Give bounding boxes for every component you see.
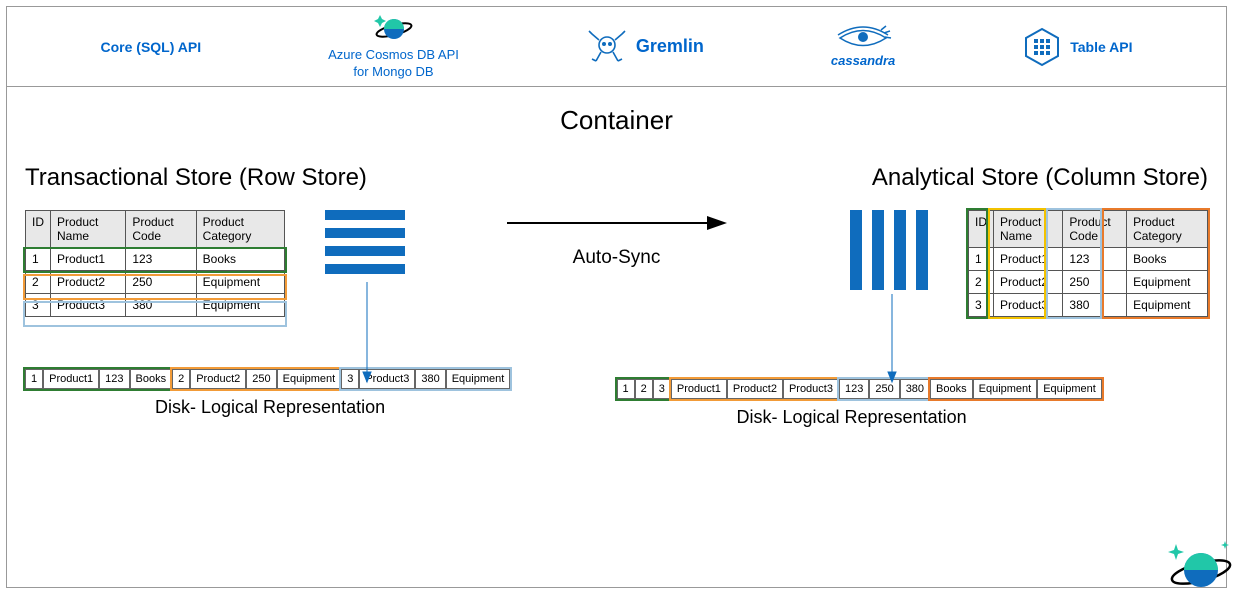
hdr-id: ID: [969, 211, 994, 248]
c: Product3: [994, 294, 1063, 317]
hdr-name: Product Name: [51, 211, 126, 248]
api-core: Core (SQL) API: [101, 39, 202, 55]
api-mongo: Azure Cosmos DB API for Mongo DB: [328, 15, 459, 79]
api-cassandra: cassandra: [831, 25, 895, 68]
d: 380: [900, 379, 930, 399]
d: 3: [653, 379, 671, 399]
planet-icon: [372, 15, 416, 45]
api-table-label: Table API: [1070, 39, 1132, 55]
cassandra-icon: [836, 25, 890, 51]
columns: Transactional Store (Row Store) ID Produ…: [7, 136, 1226, 428]
api-mongo-label-2: for Mongo DB: [353, 64, 433, 79]
d: Books: [130, 369, 173, 389]
left-pane: Transactional Store (Row Store) ID Produ…: [25, 164, 617, 428]
api-table: Table API: [1022, 27, 1132, 67]
c: 1: [26, 248, 51, 271]
c: Equipment: [196, 294, 284, 317]
api-bar: Core (SQL) API Azure Cosmos DB API for M…: [7, 7, 1226, 87]
d: Product3: [783, 379, 839, 399]
d: 123: [839, 379, 869, 399]
d: 250: [246, 369, 276, 389]
d: 380: [415, 369, 445, 389]
c: Books: [196, 248, 284, 271]
api-mongo-label-1: Azure Cosmos DB API: [328, 47, 459, 62]
c: 380: [1063, 294, 1127, 317]
d: 1: [617, 379, 635, 399]
diagram-frame: Core (SQL) API Azure Cosmos DB API for M…: [6, 6, 1227, 588]
auto-sync-arrow: Auto-Sync: [507, 208, 727, 269]
c: 2: [26, 271, 51, 294]
thin-arrow-right: [882, 294, 902, 394]
api-cassandra-label: cassandra: [831, 53, 895, 68]
c: Equipment: [196, 271, 284, 294]
c: 3: [26, 294, 51, 317]
d: Product1: [671, 379, 727, 399]
col-store-table: ID Product Name Product Code Product Cat…: [968, 210, 1208, 317]
d: Product2: [727, 379, 783, 399]
gremlin-icon: [586, 29, 628, 65]
c: Product3: [51, 294, 126, 317]
c: 380: [126, 294, 196, 317]
d: 1: [25, 369, 43, 389]
d: Equipment: [277, 369, 342, 389]
c: Books: [1127, 248, 1208, 271]
c: Product1: [994, 248, 1063, 271]
c: Product2: [994, 271, 1063, 294]
api-core-label: Core (SQL) API: [101, 39, 202, 55]
hdr-code: Product Code: [1063, 211, 1127, 248]
c: Equipment: [1127, 294, 1208, 317]
c: 250: [1063, 271, 1127, 294]
c: 250: [126, 271, 196, 294]
d: Product1: [43, 369, 99, 389]
c: 2: [969, 271, 994, 294]
col-bars-icon: [850, 210, 928, 290]
hdr-id: ID: [26, 211, 51, 248]
c: 3: [969, 294, 994, 317]
hdr-cat: Product Category: [1127, 211, 1208, 248]
api-gremlin: Gremlin: [586, 29, 704, 65]
d: Equipment: [1037, 379, 1102, 399]
right-title: Analytical Store (Column Store): [617, 164, 1209, 192]
c: 123: [126, 248, 196, 271]
c: 1: [969, 248, 994, 271]
d: Equipment: [973, 379, 1038, 399]
d: Product2: [190, 369, 246, 389]
hdr-code: Product Code: [126, 211, 196, 248]
c: Product2: [51, 271, 126, 294]
container-title: Container: [7, 105, 1226, 136]
right-pane: Analytical Store (Column Store) ID: [617, 164, 1209, 428]
hdr-cat: Product Category: [196, 211, 284, 248]
left-disk-label: Disk- Logical Representation: [25, 397, 617, 418]
c: Product1: [51, 248, 126, 271]
api-gremlin-label: Gremlin: [636, 36, 704, 57]
d: 123: [99, 369, 129, 389]
d: Books: [930, 379, 973, 399]
hdr-name: Product Name: [994, 211, 1063, 248]
hex-grid-icon: [1022, 27, 1062, 67]
d: Equipment: [446, 369, 511, 389]
d: 2: [172, 369, 190, 389]
left-disk-row: 1 Product1 123 Books 2 Product2 250 Equi…: [25, 369, 617, 389]
c: Equipment: [1127, 271, 1208, 294]
right-disk-row: 1 2 3 Product1 Product2 Product3 123 250…: [617, 379, 1209, 399]
c: 123: [1063, 248, 1127, 271]
thin-arrow-left: [357, 282, 377, 382]
row-store-table: ID Product Name Product Code Product Cat…: [25, 210, 285, 317]
auto-sync-label: Auto-Sync: [507, 247, 727, 269]
planet-logo-icon: [1166, 542, 1233, 597]
right-disk-label: Disk- Logical Representation: [617, 407, 1209, 428]
d: 2: [635, 379, 653, 399]
row-bars-icon: [325, 210, 405, 274]
left-title: Transactional Store (Row Store): [25, 164, 617, 192]
